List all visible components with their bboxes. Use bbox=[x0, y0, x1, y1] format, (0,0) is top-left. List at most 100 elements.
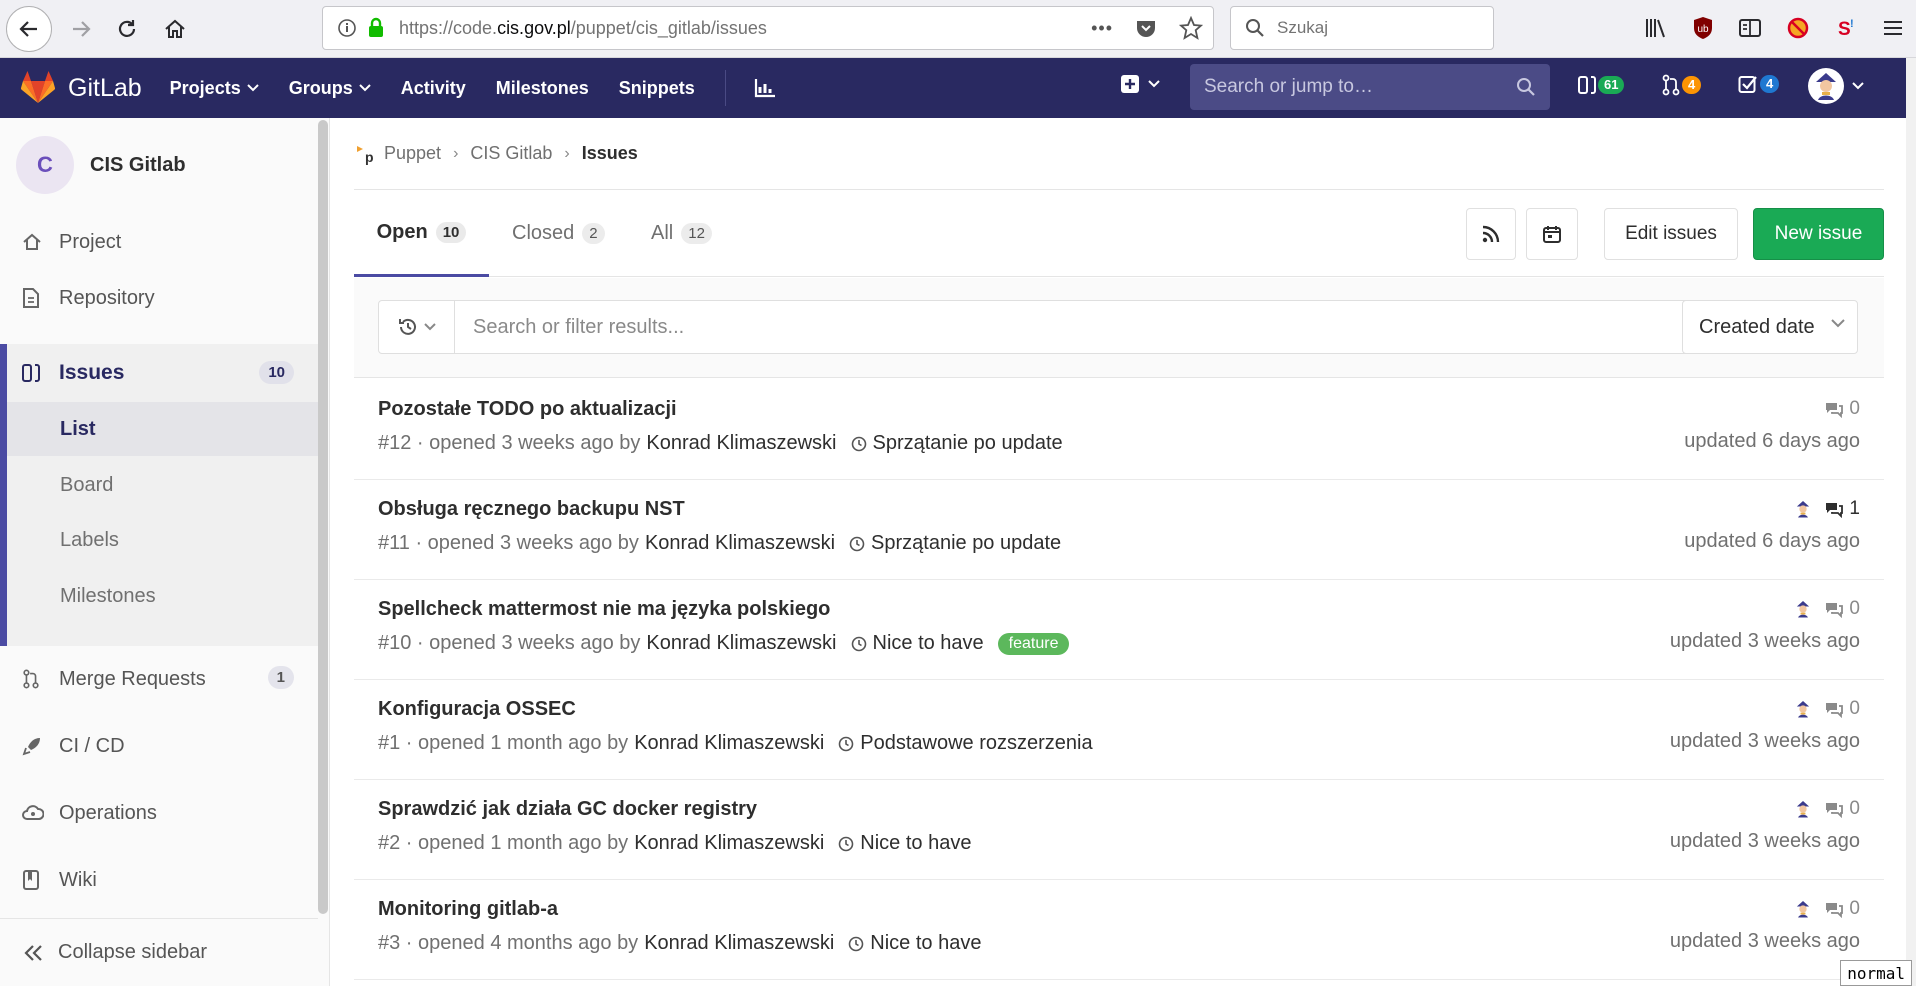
reload-button[interactable] bbox=[104, 6, 150, 52]
menu-icon[interactable] bbox=[1882, 18, 1904, 38]
sidebar-subitem-list[interactable]: List bbox=[7, 402, 318, 456]
issue-row[interactable]: Konfiguracja OSSEC #1 · opened 1 month ag… bbox=[354, 680, 1884, 780]
issue-title-link[interactable]: Monitoring gitlab-a bbox=[378, 898, 558, 921]
filter-search-input[interactable]: Search or filter results... bbox=[378, 300, 1690, 354]
calendar-feed-button[interactable] bbox=[1526, 208, 1578, 260]
edit-issues-button[interactable]: Edit issues bbox=[1604, 208, 1738, 260]
nav-projects[interactable]: Projects bbox=[170, 78, 259, 99]
tab-all[interactable]: All 12 bbox=[651, 190, 712, 277]
sidebar-project-link[interactable]: C CIS Gitlab bbox=[16, 136, 186, 194]
issue-milestone-link[interactable]: Nice to have bbox=[851, 632, 984, 655]
issue-title-link[interactable]: Spellcheck mattermost nie ma języka pols… bbox=[378, 598, 830, 621]
issue-row[interactable]: Monitoring gitlab-a #3 · opened 4 months … bbox=[354, 880, 1884, 980]
home-button[interactable] bbox=[152, 6, 198, 52]
nav-activity[interactable]: Activity bbox=[401, 78, 466, 99]
sidebar-subitem-milestones[interactable]: Milestones bbox=[7, 569, 318, 623]
sidebar-item-wiki[interactable]: Wiki bbox=[0, 852, 318, 908]
new-dropdown[interactable] bbox=[1120, 74, 1160, 94]
sidebar-scrollbar[interactable] bbox=[318, 120, 328, 914]
info-icon[interactable] bbox=[337, 18, 357, 38]
issue-milestone-link[interactable]: Podstawowe rozszerzenia bbox=[838, 732, 1093, 755]
tab-count: 2 bbox=[582, 223, 605, 244]
sort-dropdown[interactable]: Created date bbox=[1682, 300, 1858, 354]
ublock-icon[interactable]: ub bbox=[1692, 16, 1714, 40]
issue-milestone-link[interactable]: Nice to have bbox=[848, 932, 981, 955]
merge-request-icon bbox=[23, 669, 39, 689]
issue-title-link[interactable]: Obsługa ręcznego backupu NST bbox=[378, 498, 685, 521]
issue-milestone-link[interactable]: Sprzątanie po update bbox=[851, 432, 1063, 455]
issue-author-link[interactable]: Konrad Klimaszewski bbox=[646, 632, 836, 655]
sidebar-subitem-board[interactable]: Board bbox=[7, 458, 318, 512]
issue-comments-link[interactable]: 0 bbox=[1824, 598, 1860, 620]
reader-view-icon[interactable] bbox=[1738, 17, 1762, 39]
issue-comments-link[interactable]: 0 bbox=[1824, 898, 1860, 920]
assignee-avatar[interactable] bbox=[1792, 798, 1815, 820]
lock-icon[interactable] bbox=[367, 17, 385, 39]
issue-label-badge[interactable]: feature bbox=[997, 632, 1070, 655]
breadcrumb-project[interactable]: CIS Gitlab bbox=[470, 143, 552, 164]
library-icon[interactable] bbox=[1644, 17, 1668, 39]
issue-author-link[interactable]: Konrad Klimaszewski bbox=[634, 732, 824, 755]
tab-open[interactable]: Open 10 bbox=[354, 190, 489, 277]
issue-row[interactable]: Sprawdzić jak działa GC docker registry #… bbox=[354, 780, 1884, 880]
issue-author-link[interactable]: Konrad Klimaszewski bbox=[644, 932, 834, 955]
issue-title-link[interactable]: Pozostałe TODO po aktualizacji bbox=[378, 398, 677, 421]
puppet-group-icon: p bbox=[357, 145, 374, 165]
nav-groups[interactable]: Groups bbox=[289, 78, 371, 99]
nav-milestones[interactable]: Milestones bbox=[496, 78, 589, 99]
forward-button[interactable] bbox=[58, 6, 104, 52]
sidebar-item-operations[interactable]: Operations bbox=[0, 785, 318, 841]
issue-comments-link[interactable]: 0 bbox=[1824, 398, 1860, 420]
issue-comments-link[interactable]: 0 bbox=[1824, 798, 1860, 820]
breadcrumb-current[interactable]: Issues bbox=[582, 143, 638, 164]
chevron-down-icon bbox=[423, 323, 436, 331]
issue-milestone-link[interactable]: Nice to have bbox=[838, 832, 971, 855]
assignee-avatar[interactable] bbox=[1792, 498, 1815, 520]
issue-row[interactable]: Pozostałe TODO po aktualizacji #12 · open… bbox=[354, 380, 1884, 480]
recent-searches-dropdown[interactable] bbox=[379, 301, 455, 353]
global-search-input[interactable]: Search or jump to… bbox=[1190, 64, 1550, 110]
breadcrumb-group[interactable]: p Puppet bbox=[354, 143, 441, 165]
issue-comments-link[interactable]: 1 bbox=[1824, 498, 1860, 520]
tab-closed[interactable]: Closed 2 bbox=[512, 190, 605, 277]
sidebar-item-issues[interactable]: Issues 10 bbox=[0, 344, 318, 402]
back-button[interactable] bbox=[6, 6, 52, 52]
header-mr-counter[interactable]: 4 bbox=[1662, 74, 1702, 96]
assignee-avatar[interactable] bbox=[1792, 598, 1815, 620]
pocket-icon[interactable] bbox=[1135, 17, 1157, 39]
sidebar-item-label: Repository bbox=[59, 286, 155, 309]
issue-author-link[interactable]: Konrad Klimaszewski bbox=[634, 832, 824, 855]
chart-icon[interactable] bbox=[754, 78, 776, 98]
nav-snippets[interactable]: Snippets bbox=[619, 78, 695, 99]
issue-milestone-link[interactable]: Sprzątanie po update bbox=[849, 532, 1061, 555]
collapse-sidebar-button[interactable]: Collapse sidebar bbox=[0, 918, 318, 986]
sidebar-subitem-labels[interactable]: Labels bbox=[7, 513, 318, 567]
assignee-avatar[interactable] bbox=[1792, 898, 1815, 920]
user-menu[interactable] bbox=[1808, 68, 1864, 104]
new-issue-button[interactable]: New issue bbox=[1753, 208, 1884, 260]
header-todos-counter[interactable]: 4 bbox=[1738, 74, 1780, 94]
sidebar-item-project[interactable]: Project bbox=[0, 214, 318, 270]
header-issues-counter[interactable]: 61 bbox=[1578, 74, 1625, 96]
address-bar[interactable]: https://code.cis.gov.pl/puppet/cis_gitla… bbox=[322, 6, 1214, 50]
issue-title-link[interactable]: Sprawdzić jak działa GC docker registry bbox=[378, 798, 757, 821]
sidebar-item-repository[interactable]: Repository bbox=[0, 270, 318, 326]
assignee-avatar[interactable] bbox=[1792, 698, 1815, 720]
page-actions-icon[interactable]: ••• bbox=[1091, 18, 1113, 39]
sidebar-item-ci-cd[interactable]: CI / CD bbox=[0, 718, 318, 774]
blocker-icon[interactable] bbox=[1786, 16, 1810, 40]
bookmark-star-icon[interactable] bbox=[1179, 16, 1203, 40]
gitlab-home-link[interactable]: GitLab bbox=[20, 71, 142, 105]
rss-button[interactable] bbox=[1466, 208, 1516, 260]
issue-row[interactable]: Spellcheck mattermost nie ma języka pols… bbox=[354, 580, 1884, 680]
issue-row[interactable]: Obsługa ręcznego backupu NST #11 · opened… bbox=[354, 480, 1884, 580]
browser-search-field[interactable]: Szukaj bbox=[1230, 6, 1494, 50]
page-scrollbar[interactable] bbox=[1906, 58, 1916, 986]
issue-title-link[interactable]: Konfiguracja OSSEC bbox=[378, 698, 576, 721]
extension-s-icon[interactable]: S! bbox=[1834, 16, 1858, 40]
issue-author-link[interactable]: Konrad Klimaszewski bbox=[646, 432, 836, 455]
issue-author-link[interactable]: Konrad Klimaszewski bbox=[645, 532, 835, 555]
search-icon bbox=[1517, 78, 1535, 96]
sidebar-item-merge-requests[interactable]: Merge Requests 1 bbox=[0, 651, 318, 707]
issue-comments-link[interactable]: 0 bbox=[1824, 698, 1860, 720]
